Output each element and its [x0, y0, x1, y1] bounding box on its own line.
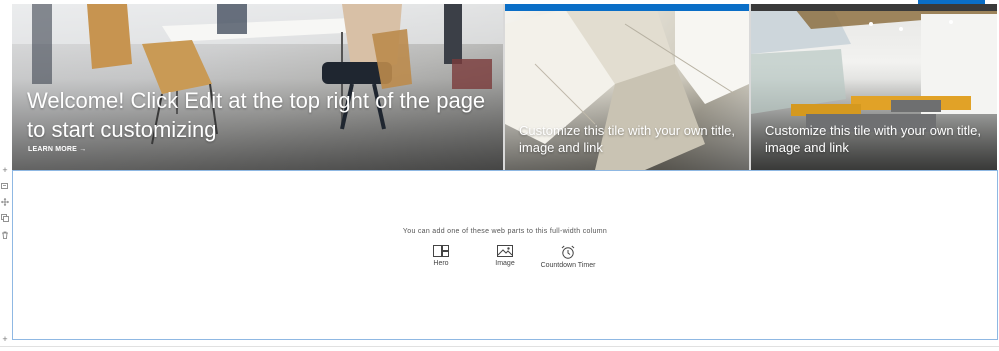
hero-tile-3[interactable]: Customize this tile with your own title,… [751, 4, 997, 170]
move-section-icon[interactable] [0, 198, 10, 208]
hero-layout-icon [433, 245, 449, 257]
hero-tile-3-title[interactable]: Customize this tile with your own title,… [765, 122, 985, 156]
delete-section-icon[interactable] [0, 231, 10, 241]
hero-main-title[interactable]: Welcome! Click Edit at the top right of … [27, 86, 487, 144]
learn-more-link[interactable]: LEARN MORE → [28, 146, 86, 153]
add-section-bottom-icon[interactable]: + [0, 334, 10, 344]
hero-webpart-option[interactable]: Hero [426, 245, 456, 267]
edit-section-icon[interactable] [0, 182, 10, 192]
hero-option-label: Hero [433, 260, 449, 267]
tile-accent-bar [505, 4, 749, 11]
add-section-icon[interactable]: + [0, 165, 10, 175]
hero-main-tile[interactable]: Welcome! Click Edit at the top right of … [12, 4, 503, 170]
hero-tile-2[interactable]: Customize this tile with your own title,… [505, 4, 749, 170]
hero-webpart: Welcome! Click Edit at the top right of … [12, 4, 997, 170]
duplicate-section-icon[interactable] [0, 214, 10, 224]
learn-more-label: LEARN MORE [28, 146, 78, 153]
page-divider [0, 346, 999, 347]
image-icon [497, 245, 513, 257]
countdown-timer-webpart-option[interactable]: Countdown Timer [536, 245, 600, 269]
tile-top-bar [751, 4, 997, 11]
full-width-column[interactable]: You can add one of these web parts to th… [12, 170, 998, 340]
hero-tile-2-title[interactable]: Customize this tile with your own title,… [519, 122, 739, 156]
section-toolbar: + + [0, 0, 11, 351]
alarm-clock-icon [561, 245, 575, 259]
arrow-right-icon: → [79, 146, 87, 153]
image-option-label: Image [495, 260, 515, 267]
webpart-hint-text: You can add one of these web parts to th… [402, 228, 608, 235]
countdown-timer-option-label: Countdown Timer [540, 262, 596, 269]
image-webpart-option[interactable]: Image [490, 245, 520, 267]
